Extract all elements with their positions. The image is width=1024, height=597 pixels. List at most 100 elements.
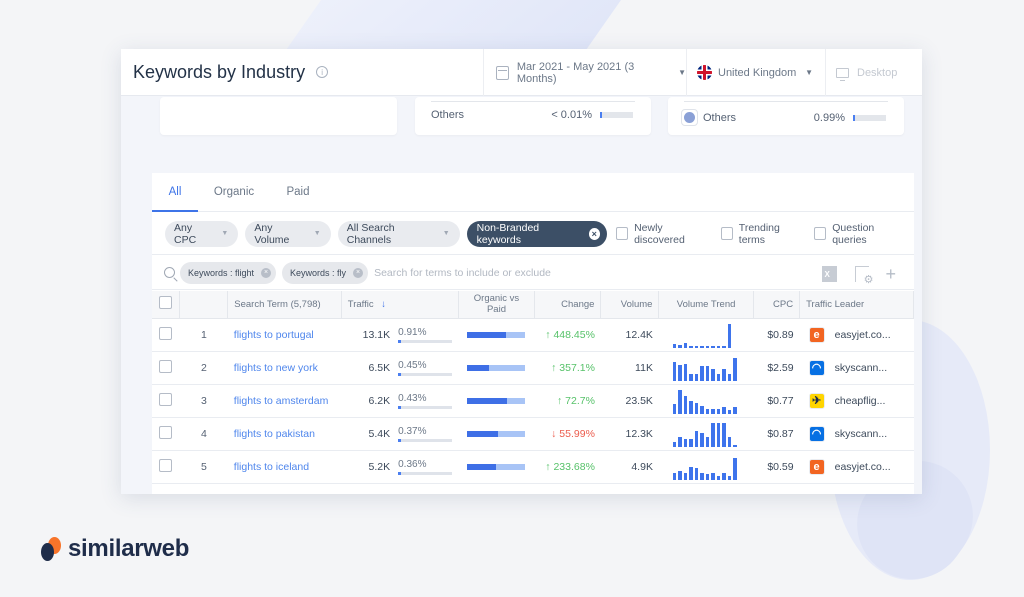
table-row[interactable]: 2 flights to new york 6.5K 0.45% ↑ 357.1% 11K… <box>152 351 914 385</box>
table-header-row: Search Term (5,798) Traffic ↓ Organic vs… <box>152 291 914 319</box>
table-tools: X + <box>822 265 896 286</box>
traffic-leader-name[interactable]: easyjet.co... <box>835 461 891 473</box>
table-row[interactable]: 1 flights to portugal 13.1K 0.91% ↑ 448.45% 1… <box>152 318 914 352</box>
row-select-cell <box>152 417 180 451</box>
trending-terms-checkbox[interactable]: Trending terms <box>720 221 804 246</box>
trend-bar <box>672 472 677 480</box>
page-title: Keywords by Industry <box>133 61 306 82</box>
tab-organic[interactable]: Organic <box>198 173 270 212</box>
trend-bar <box>733 357 737 381</box>
trend-bar <box>727 409 732 414</box>
trend-bar <box>711 345 715 348</box>
row-checkbox[interactable] <box>159 359 173 373</box>
change-cell: ↑ 233.68% <box>534 450 601 484</box>
channels-filter[interactable]: All Search Channels ▼ <box>337 220 460 247</box>
column-settings-icon[interactable] <box>855 266 873 286</box>
cpc-filter[interactable]: Any CPC ▼ <box>165 220 239 247</box>
change-header[interactable]: Change <box>534 291 602 319</box>
volume-trend-cell <box>658 384 754 418</box>
organic-vs-paid-cell <box>458 351 535 385</box>
traffic-leader-name[interactable]: cheapflig... <box>835 395 886 407</box>
globe-icon <box>681 109 698 126</box>
info-icon[interactable]: i <box>316 66 329 78</box>
row-checkbox[interactable] <box>159 425 173 439</box>
change-value: 233.68% <box>553 460 595 473</box>
table-row[interactable]: 5 flights to iceland 5.2K 0.36% ↑ 233.68% 4.9… <box>152 450 914 484</box>
tab-all[interactable]: All <box>152 173 198 212</box>
volume-trend-cell <box>658 417 754 451</box>
organic-fill <box>467 430 499 437</box>
remove-icon[interactable]: × <box>261 267 272 278</box>
caret-down-icon: ▼ <box>805 68 813 77</box>
app-window: Keywords by Industry i Mar 2021 - May 20… <box>121 49 922 494</box>
remove-icon[interactable]: × <box>353 267 364 278</box>
change-cell: ↑ 72.7% <box>534 384 601 418</box>
search-term-link[interactable]: flights to portugal <box>234 329 314 341</box>
volume-filter[interactable]: Any Volume ▼ <box>245 220 331 247</box>
checkbox[interactable] <box>615 227 629 240</box>
newly-discovered-checkbox[interactable]: Newly discovered <box>615 222 711 246</box>
caret-down-icon: ▼ <box>678 68 686 77</box>
close-icon[interactable]: × <box>588 227 600 240</box>
search-term-link[interactable]: flights to new york <box>234 362 318 374</box>
trend-bar <box>700 365 704 381</box>
organic-vs-paid-cell <box>458 450 535 484</box>
row-checkbox[interactable] <box>159 392 173 406</box>
volume-trend-sparkline <box>665 421 747 447</box>
trend-bar <box>722 422 726 447</box>
keyword-chip-label: Keywords : fly <box>290 267 347 278</box>
organic-vs-paid-header[interactable]: Organic vs Paid <box>458 291 536 319</box>
organic-vs-paid-bar <box>467 430 526 437</box>
trend-bar <box>700 405 704 414</box>
select-all-checkbox[interactable] <box>159 296 173 310</box>
row-select-cell <box>152 384 180 418</box>
country-label: United Kingdom <box>718 66 797 79</box>
trend-bar <box>689 400 693 414</box>
keyword-chip[interactable]: Keywords : flight × <box>180 261 277 284</box>
date-range-selector[interactable]: Mar 2021 - May 2021 (3 Months) ▼ <box>483 49 686 96</box>
row-checkbox[interactable] <box>159 326 173 340</box>
traffic-share-cell: 0.37% <box>392 417 459 451</box>
arrow-down-icon: ↓ <box>551 427 557 440</box>
trend-bar <box>678 436 682 447</box>
table-row[interactable]: 4 flights to pakistan 5.4K 0.37% ↓ 55.99% 12.… <box>152 417 914 451</box>
traffic-leader-name[interactable]: skyscann... <box>835 428 888 440</box>
search-term-link[interactable]: flights to pakistan <box>234 428 315 440</box>
non-branded-filter[interactable]: Non-Branded keywords × <box>466 220 607 247</box>
traffic-share: 0.91% <box>398 327 427 338</box>
checkbox-label: Trending terms <box>738 221 780 246</box>
row-select-cell <box>152 318 180 352</box>
search-term-link[interactable]: flights to iceland <box>234 461 309 473</box>
checkbox[interactable] <box>720 227 733 240</box>
table-row[interactable]: 3 flights to amsterdam 6.2K 0.43% ↑ 72.7% 23.… <box>152 384 914 418</box>
tab-paid[interactable]: Paid <box>270 173 326 212</box>
search-input[interactable] <box>374 266 675 279</box>
volume-trend-sparkline <box>665 388 747 414</box>
device-selector[interactable]: Desktop <box>825 49 907 96</box>
trend-bar <box>733 457 737 480</box>
search-term-header[interactable]: Search Term (5,798) <box>227 291 342 319</box>
sort-down-icon: ↓ <box>381 298 387 310</box>
question-queries-checkbox[interactable]: Question queries <box>814 222 906 246</box>
keyword-chip[interactable]: Keywords : fly × <box>282 261 369 284</box>
trend-bar <box>683 395 688 414</box>
tabs: All Organic Paid <box>152 173 914 212</box>
checkbox[interactable] <box>814 227 827 240</box>
trend-bar <box>722 406 726 414</box>
arrow-up-icon: ↑ <box>556 394 563 407</box>
traffic-leader-name[interactable]: easyjet.co... <box>835 329 891 341</box>
traffic-share: 0.45% <box>398 360 427 371</box>
trend-bar <box>727 323 732 348</box>
traffic-header[interactable]: Traffic ↓ <box>341 291 459 319</box>
cpc-header[interactable]: CPC <box>753 291 801 319</box>
plus-icon[interactable]: + <box>885 265 896 283</box>
trend-bar <box>672 343 677 348</box>
row-checkbox[interactable] <box>159 458 173 472</box>
summary-label: Others <box>703 111 737 124</box>
search-term-link[interactable]: flights to amsterdam <box>234 395 329 407</box>
excel-export-icon[interactable]: X <box>822 266 838 282</box>
trend-bar <box>689 373 693 381</box>
country-selector[interactable]: United Kingdom ▼ <box>686 49 825 96</box>
traffic-leader-name[interactable]: skyscann... <box>835 362 888 374</box>
volume-header[interactable]: Volume <box>600 291 660 319</box>
